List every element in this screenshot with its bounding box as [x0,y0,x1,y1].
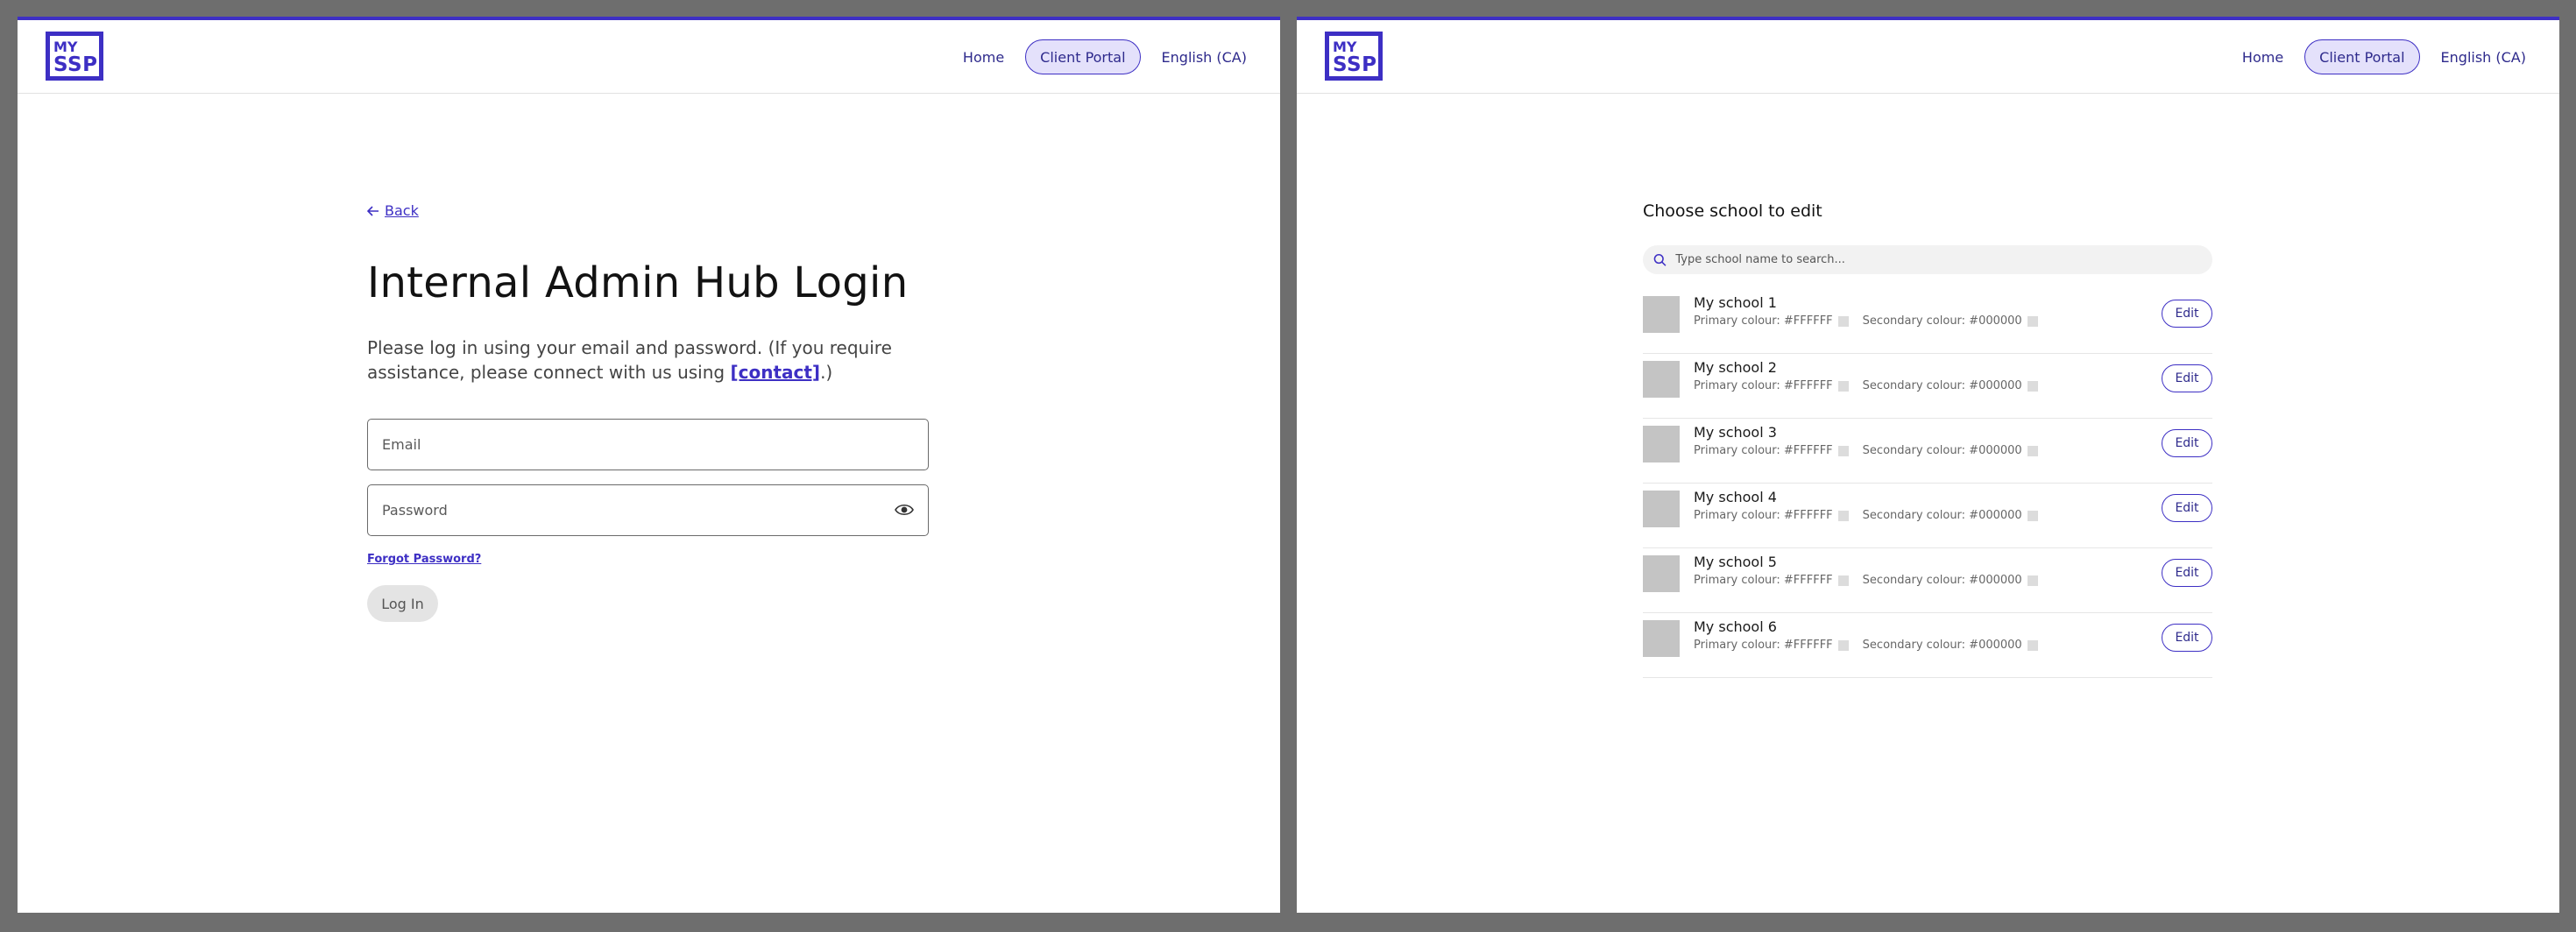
school-thumbnail [1643,491,1680,527]
password-field-wrapper [367,484,929,536]
myssp-logo[interactable]: MY SSP [46,32,103,81]
school-colours: Primary colour: #FFFFFF Secondary colour:… [1694,574,2038,587]
language-selector[interactable]: English (CA) [1162,49,1247,66]
school-name: My school 6 [1694,618,1777,635]
search-bar [1643,245,2212,274]
school-colours: Primary colour: #FFFFFF Secondary colour:… [1694,379,2038,392]
edit-button[interactable]: Edit [2162,494,2212,522]
desc-text-end: .) [820,362,833,383]
primary-colour-label: Primary colour: #FFFFFF [1694,379,1833,392]
school-colours: Primary colour: #FFFFFF Secondary colour:… [1694,509,2038,522]
school-thumbnail [1643,426,1680,462]
secondary-colour-swatch [2027,575,2038,586]
secondary-colour-label: Secondary colour: #000000 [1862,574,2022,587]
logo-line1: MY [1333,39,1357,55]
nav-client-portal[interactable]: Client Portal [2304,39,2420,74]
secondary-colour-swatch [2027,639,2038,651]
nav-client-portal[interactable]: Client Portal [1025,39,1141,74]
contact-link[interactable]: [contact] [730,362,820,383]
secondary-colour-swatch [2027,510,2038,521]
school-chooser-screen: MY SSP Home Client Portal English (CA) C… [1297,17,2559,913]
school-colours: Primary colour: #FFFFFF Secondary colour:… [1694,444,2038,457]
login-button[interactable]: Log In [367,585,438,622]
school-name: My school 4 [1694,489,1777,505]
school-colours: Primary colour: #FFFFFF Secondary colour:… [1694,314,2038,328]
list-item: My school 2 Primary colour: #FFFFFF Second… [1643,354,2212,419]
edit-button[interactable]: Edit [2162,624,2212,652]
arrow-left-icon [367,205,379,216]
list-item: My school 4 Primary colour: #FFFFFF Second… [1643,484,2212,548]
edit-button[interactable]: Edit [2162,559,2212,587]
primary-colour-swatch [1837,380,1849,392]
secondary-colour-swatch [2027,445,2038,456]
show-password-icon[interactable] [895,502,914,518]
school-search-input[interactable] [1675,253,2202,266]
list-item: My school 6 Primary colour: #FFFFFF Second… [1643,613,2212,678]
school-name: My school 3 [1694,424,1777,441]
secondary-colour-swatch [2027,315,2038,327]
primary-colour-label: Primary colour: #FFFFFF [1694,314,1833,328]
back-label: Back [385,202,419,219]
primary-colour-label: Primary colour: #FFFFFF [1694,509,1833,522]
secondary-colour-label: Secondary colour: #000000 [1862,509,2022,522]
login-screen: MY SSP Home Client Portal English (CA) B… [18,17,1280,913]
nav-home[interactable]: Home [2242,49,2283,66]
logo-line2: SSP [53,53,98,76]
language-selector[interactable]: English (CA) [2441,49,2526,66]
school-thumbnail [1643,296,1680,333]
list-item: My school 1 Primary colour: #FFFFFF Second… [1643,289,2212,354]
school-name: My school 5 [1694,554,1777,570]
logo-line1: MY [53,39,78,55]
email-field[interactable] [382,436,914,453]
header: MY SSP Home Client Portal English (CA) [18,20,1280,94]
primary-colour-swatch [1837,510,1849,521]
school-thumbnail [1643,555,1680,592]
email-field-wrapper [367,419,929,470]
logo-line2: SSP [1333,53,1377,76]
back-link[interactable]: Back [367,202,419,219]
school-colours: Primary colour: #FFFFFF Secondary colour:… [1694,639,2038,652]
school-name: My school 2 [1694,359,1777,376]
secondary-colour-label: Secondary colour: #000000 [1862,639,2022,652]
edit-button[interactable]: Edit [2162,429,2212,457]
secondary-colour-label: Secondary colour: #000000 [1862,444,2022,457]
header: MY SSP Home Client Portal English (CA) [1297,20,2559,94]
login-description: Please log in using your email and passw… [367,335,893,385]
primary-colour-swatch [1837,315,1849,327]
page-title: Internal Admin Hub Login [367,258,909,307]
secondary-colour-label: Secondary colour: #000000 [1862,379,2022,392]
edit-button[interactable]: Edit [2162,364,2212,392]
primary-colour-label: Primary colour: #FFFFFF [1694,574,1833,587]
primary-colour-label: Primary colour: #FFFFFF [1694,444,1833,457]
search-icon [1653,253,1667,266]
school-list: My school 1 Primary colour: #FFFFFF Second… [1643,289,2212,678]
forgot-password-link[interactable]: Forgot Password? [367,553,481,566]
nav-home[interactable]: Home [963,49,1004,66]
list-item: My school 5 Primary colour: #FFFFFF Second… [1643,548,2212,613]
section-title: Choose school to edit [1643,201,1822,221]
school-thumbnail [1643,620,1680,657]
primary-colour-label: Primary colour: #FFFFFF [1694,639,1833,652]
secondary-colour-swatch [2027,380,2038,392]
primary-colour-swatch [1837,639,1849,651]
primary-colour-swatch [1837,575,1849,586]
password-field[interactable] [382,502,914,519]
primary-colour-swatch [1837,445,1849,456]
myssp-logo[interactable]: MY SSP [1325,32,1383,81]
top-nav: Home Client Portal English (CA) [2242,39,2526,74]
list-item: My school 3 Primary colour: #FFFFFF Second… [1643,419,2212,484]
top-nav: Home Client Portal English (CA) [963,39,1247,74]
school-name: My school 1 [1694,294,1777,311]
secondary-colour-label: Secondary colour: #000000 [1862,314,2022,328]
school-thumbnail [1643,361,1680,398]
edit-button[interactable]: Edit [2162,300,2212,328]
